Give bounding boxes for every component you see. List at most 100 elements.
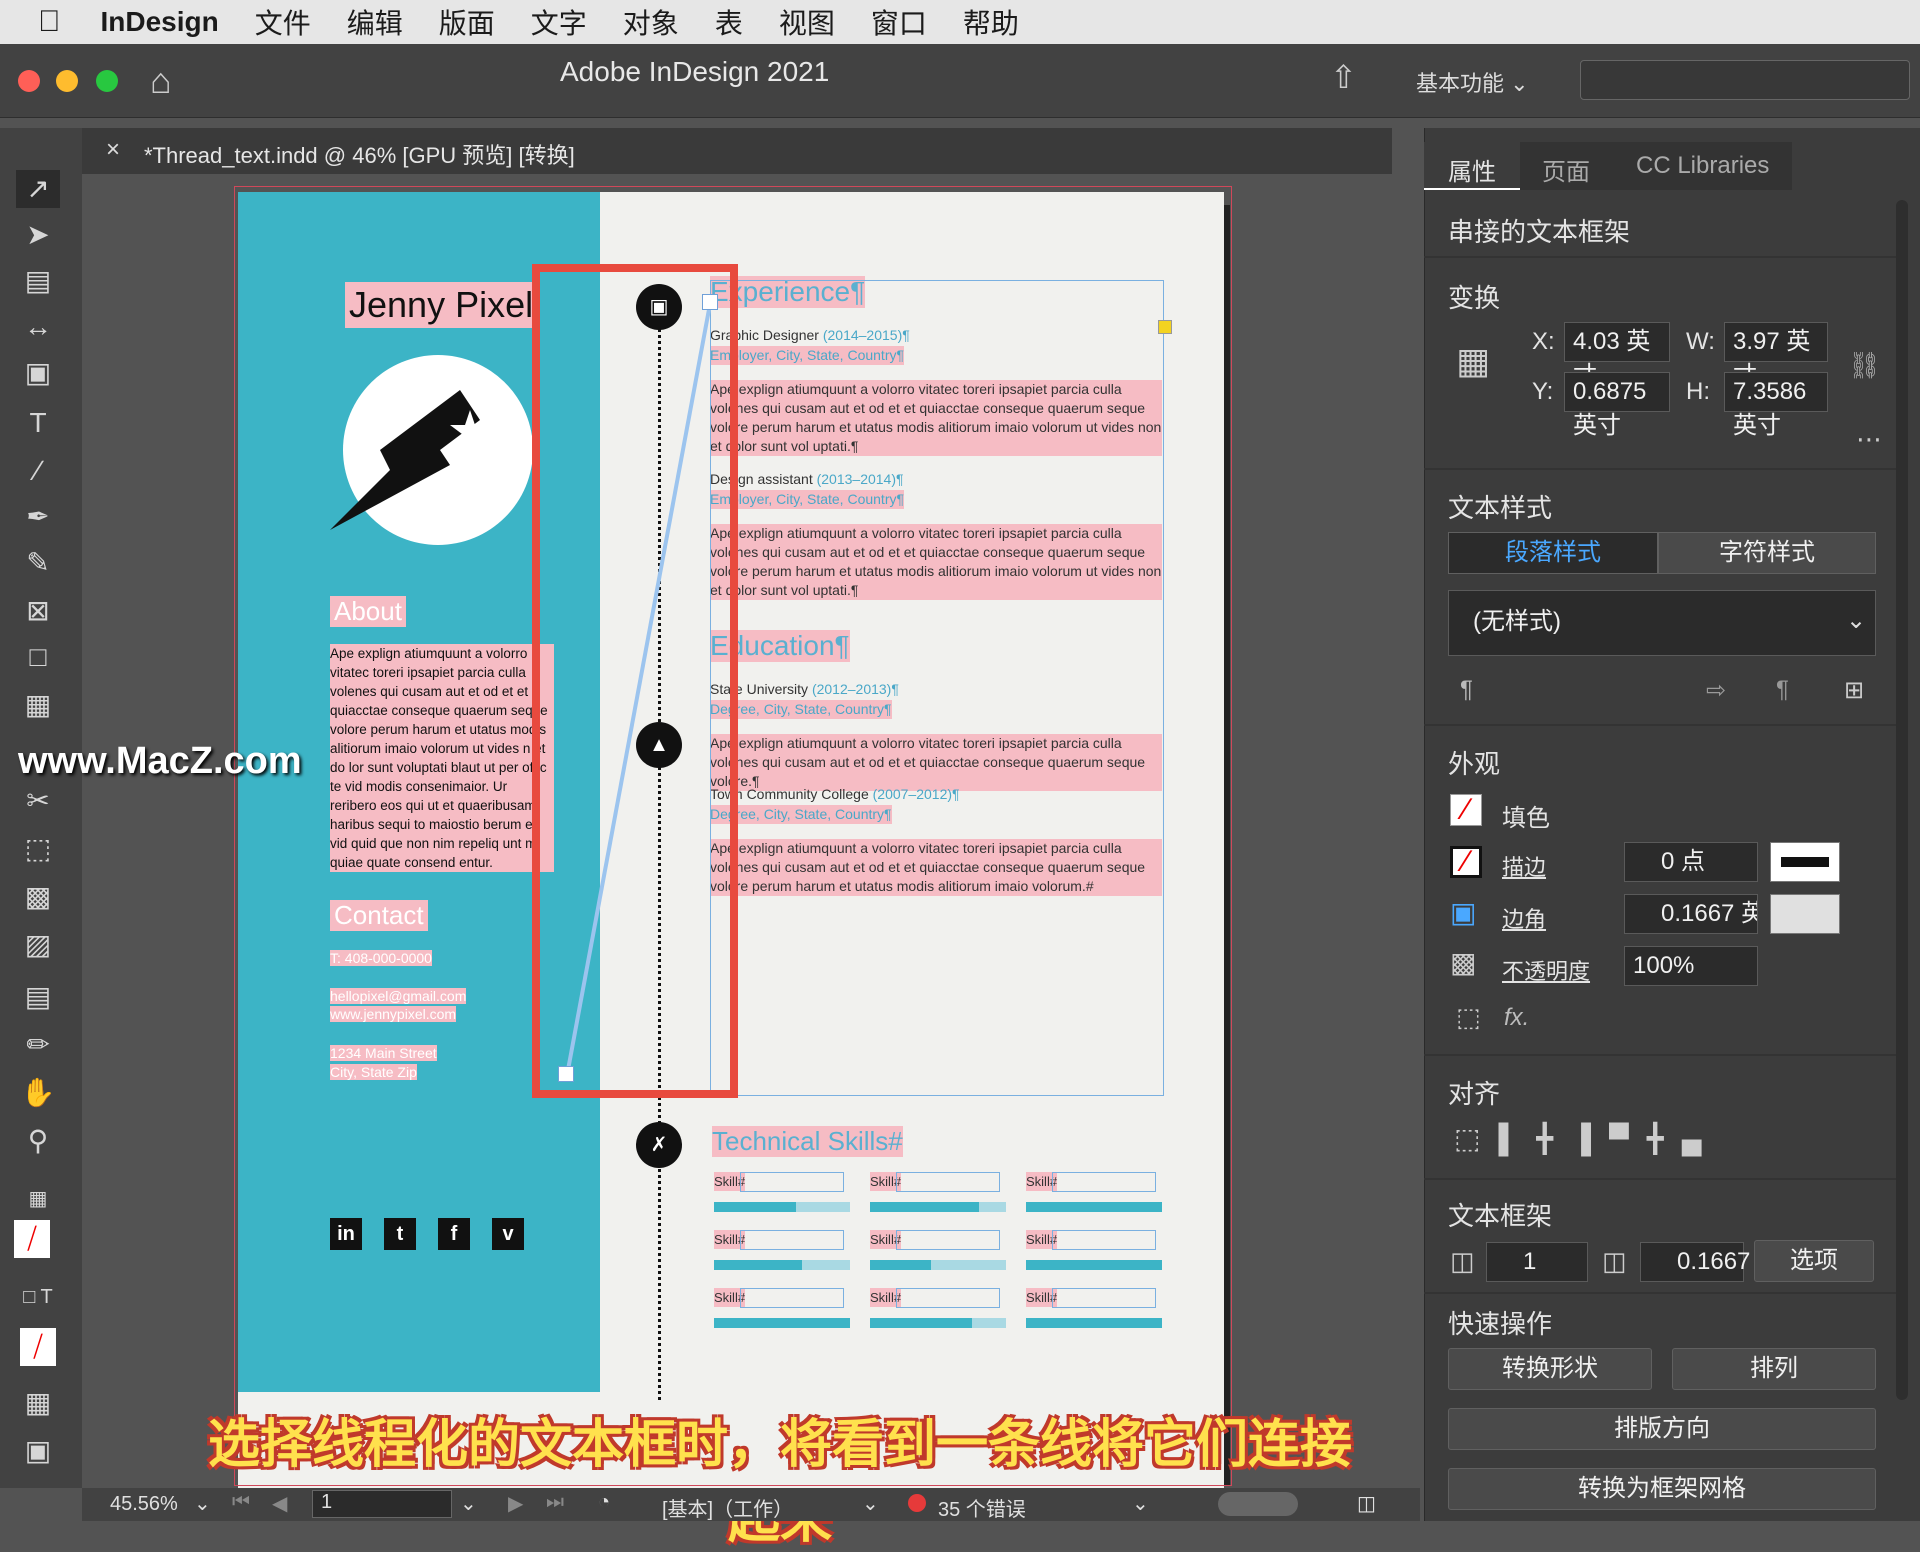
horizontal-scrollbar[interactable] (1218, 1492, 1298, 1516)
stroke-swatch-icon[interactable]: ∕ (1450, 846, 1482, 878)
about-title[interactable]: About (330, 596, 406, 627)
fill-stroke-icon[interactable]: ⧸ (14, 1220, 50, 1258)
first-page-icon[interactable]: ⏮ (232, 1491, 250, 1514)
zoom-tool-icon[interactable]: ⚲ (16, 1122, 60, 1160)
contact-phone[interactable]: T: 408-000-0000 (330, 950, 432, 966)
corner-icon[interactable]: ▣ (1450, 896, 1476, 929)
contact-web[interactable]: www.jennypixel.com (330, 1006, 457, 1022)
align-top-icon[interactable]: ▀ (1609, 1123, 1647, 1154)
stroke-type-dropdown[interactable] (1770, 842, 1840, 882)
menu-help[interactable]: 帮助 (963, 2, 1019, 42)
hand-tool-icon[interactable]: ✋ (16, 1074, 60, 1112)
previous-page-icon[interactable]: ◀ (272, 1491, 287, 1516)
pen-tool-icon[interactable]: ✒ (16, 498, 60, 536)
paragraph-style-tab[interactable]: 段落样式 (1448, 532, 1658, 574)
corner-size-input[interactable]: 0.1667 英寸 (1624, 894, 1758, 934)
type-orientation-button[interactable]: 排版方向 (1448, 1408, 1876, 1450)
opacity-input[interactable]: 100% (1624, 946, 1758, 986)
w-input[interactable]: 3.97 英寸 (1724, 322, 1828, 389)
opacity-label[interactable]: 不透明度 (1502, 954, 1590, 986)
chevron-down-icon[interactable]: ⌄ (862, 1491, 879, 1516)
minimize-window-button[interactable] (56, 70, 78, 92)
drop-shadow-icon[interactable]: ⬚ (1456, 1002, 1481, 1033)
preview-mode-icon[interactable]: ▣ (16, 1432, 60, 1470)
menu-file[interactable]: 文件 (255, 2, 311, 42)
line-tool-icon[interactable]: ∕ (16, 452, 60, 490)
menu-object[interactable]: 对象 (623, 2, 679, 42)
chevron-down-icon[interactable]: ⌄ (460, 1491, 477, 1516)
free-transform-tool-icon[interactable]: ⬚ (16, 830, 60, 868)
page-tool-icon[interactable]: ▤ (16, 262, 60, 300)
menu-view[interactable]: 视图 (779, 2, 835, 42)
tab-properties[interactable]: 属性 (1424, 142, 1520, 190)
rectangle-frame-tool-icon[interactable]: ⊠ (16, 592, 60, 630)
contact-email[interactable]: hellopixel@gmail.com (330, 988, 467, 1004)
align-bottom-icon[interactable]: ▄ (1682, 1123, 1720, 1154)
home-icon[interactable]: ⌂ (150, 60, 172, 102)
screen-mode-icon[interactable]: ▦ (16, 1384, 60, 1422)
last-page-icon[interactable]: ⏭ (546, 1491, 564, 1514)
fx-label[interactable]: fx. (1504, 1004, 1529, 1032)
menu-table[interactable]: 表 (715, 2, 743, 42)
table-tool-icon[interactable]: ▦ (16, 686, 60, 724)
x-input[interactable]: 4.03 英寸 (1564, 322, 1670, 389)
chevron-down-icon[interactable]: ⌄ (194, 1491, 211, 1516)
page-number-input[interactable]: 1 (312, 1490, 452, 1518)
zoom-window-button[interactable] (96, 70, 118, 92)
zoom-level[interactable]: 45.56% (110, 1493, 178, 1516)
contact-address-1[interactable]: 1234 Main Street (330, 1045, 437, 1061)
skills-title[interactable]: Technical Skills# (712, 1126, 903, 1157)
resume-name[interactable]: Jenny Pixel (345, 282, 538, 328)
contact-title[interactable]: Contact (330, 900, 428, 931)
stroke-weight-input[interactable]: 0 点 (1624, 842, 1758, 882)
next-page-icon[interactable]: ▶ (508, 1491, 523, 1516)
close-window-button[interactable] (18, 70, 40, 92)
tab-pages[interactable]: 页面 (1520, 142, 1616, 190)
new-style-icon[interactable]: ⊞ (1844, 676, 1864, 705)
fill-swatch-icon[interactable]: ∕ (1450, 794, 1482, 826)
gradient-swatch-tool-icon[interactable]: ▩ (16, 878, 60, 916)
chevron-down-icon[interactable]: ⌄ (1846, 606, 1866, 635)
direct-selection-tool-icon[interactable]: ➤ (16, 216, 60, 254)
load-style-icon[interactable]: ⇨ (1706, 676, 1726, 705)
document-tab-title[interactable]: *Thread_text.indd @ 46% [GPU 预览] [转换] (144, 138, 575, 170)
selection-tool-icon[interactable]: ↗ (16, 170, 60, 208)
close-tab-icon[interactable]: × (106, 136, 120, 164)
arrange-button[interactable]: 排列 (1672, 1348, 1876, 1390)
frame-corner-handle[interactable] (1158, 320, 1172, 334)
align-to-icon[interactable]: ⬚ (1454, 1123, 1498, 1154)
search-input[interactable] (1580, 60, 1910, 100)
contact-address-2[interactable]: City, State Zip (330, 1064, 417, 1080)
menu-layout[interactable]: 版面 (439, 2, 495, 42)
panel-scrollbar[interactable] (1896, 200, 1908, 1400)
align-left-icon[interactable]: ▌ (1498, 1123, 1536, 1154)
error-count[interactable]: 35 个错误 (938, 1493, 1026, 1522)
chevron-down-icon[interactable]: ⌄ (1132, 1491, 1149, 1516)
style-dropdown[interactable]: (无样式) (1448, 590, 1876, 656)
pencil-tool-icon[interactable]: ✎ (16, 544, 60, 582)
split-view-icon[interactable]: ◫ (1357, 1491, 1376, 1516)
apply-none-icon[interactable]: ⧸ (20, 1328, 56, 1366)
type-tool-icon[interactable]: T (16, 404, 60, 442)
selected-text-frame[interactable] (710, 280, 1164, 1096)
columns-input[interactable]: 1 (1486, 1242, 1588, 1282)
constrain-proportions-icon[interactable]: ⛓ (1848, 350, 1881, 381)
rectangle-tool-icon[interactable]: □ (16, 638, 60, 676)
pilcrow-icon[interactable]: ¶ (1460, 676, 1473, 704)
menu-app[interactable]: InDesign (101, 6, 219, 38)
corner-shape-dropdown[interactable] (1770, 894, 1840, 934)
scissors-tool-icon[interactable]: ✂ (16, 782, 60, 820)
more-options-icon[interactable]: ⋯ (1856, 424, 1882, 455)
formatting-affects-frame-icon[interactable]: □ T (16, 1278, 60, 1316)
character-style-tab[interactable]: 字符样式 (1658, 532, 1876, 574)
tab-cc-libraries[interactable]: CC Libraries (1616, 142, 1792, 190)
text-frame-options-button[interactable]: 选项 (1754, 1240, 1874, 1282)
note-tool-icon[interactable]: ▤ (16, 978, 60, 1016)
eyedropper-tool-icon[interactable]: ✏ (16, 1026, 60, 1064)
gradient-feather-tool-icon[interactable]: ▨ (16, 926, 60, 964)
reference-point-icon[interactable]: ▦ (1456, 340, 1490, 382)
align-hcenter-icon[interactable]: ╋ (1536, 1123, 1571, 1154)
align-vcenter-icon[interactable]: ╋ (1647, 1123, 1682, 1154)
clear-overrides-icon[interactable]: ¶ (1776, 676, 1789, 704)
workspace-switcher[interactable]: 基本功能 ⌄ (1416, 66, 1529, 98)
